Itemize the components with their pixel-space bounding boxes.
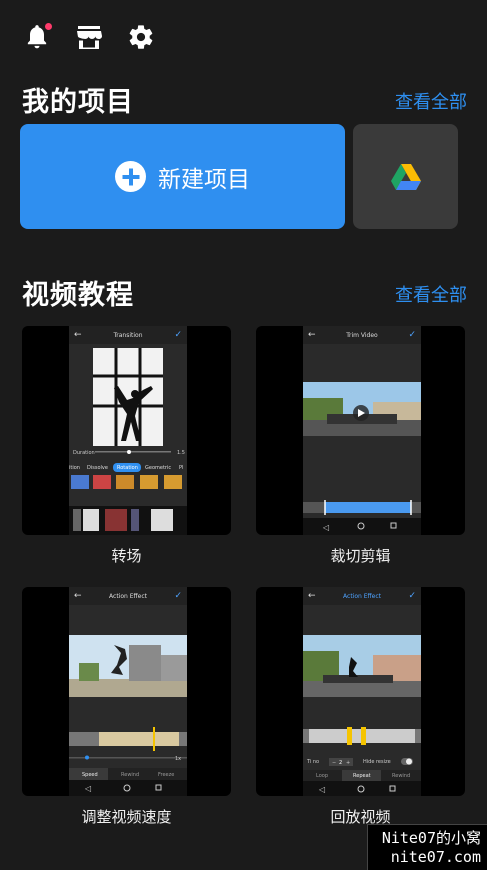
tutorial-label: 转场 xyxy=(111,547,142,565)
watermark-line-1: Nite07的小窝 xyxy=(381,829,481,847)
store-button[interactable] xyxy=(74,22,104,52)
check-icon: ✓ xyxy=(174,330,182,340)
new-project-button[interactable]: 新建项目 xyxy=(20,124,345,229)
time-label: Ti no xyxy=(306,759,319,765)
transition-option: Dissolve xyxy=(87,465,108,471)
check-icon: ✓ xyxy=(408,591,416,601)
speed-tab: Rewind xyxy=(121,772,139,778)
speed-tab: Speed xyxy=(82,772,98,778)
phone-screen-title: Transition xyxy=(113,331,143,339)
new-project-label: 新建项目 xyxy=(158,166,250,193)
svg-text:◁: ◁ xyxy=(322,523,329,532)
store-icon xyxy=(77,26,102,49)
svg-text:◁: ◁ xyxy=(318,785,325,794)
phone-screenshot: ← Action Effect ✓ Ti no − 2 + Hide resiz… xyxy=(303,587,421,796)
speed-value: 1x xyxy=(175,756,181,762)
tutorials-see-all-link[interactable]: 查看全部 xyxy=(395,281,467,307)
transition-option: Rotation xyxy=(117,465,138,471)
hide-label: Hide resize xyxy=(363,759,391,765)
playback-tab: Rewind xyxy=(392,773,410,779)
duration-value: 1.5 xyxy=(177,450,185,456)
tutorial-label: 调整视频速度 xyxy=(81,808,172,826)
phone-screen-title: Trim Video xyxy=(346,331,378,339)
plus-circle-icon xyxy=(115,161,146,192)
notifications-button[interactable] xyxy=(22,22,52,52)
phone-header: ← Trim Video ✓ xyxy=(303,326,421,344)
transition-option: Geometric xyxy=(145,465,171,471)
tutorial-card-transition[interactable]: ← Transition ✓ Duration 1.5 ition Dissol… xyxy=(22,326,231,566)
google-drive-icon xyxy=(390,163,421,190)
tutorial-thumbnail: ← Action Effect ✓ Ti no − 2 + Hide resiz… xyxy=(256,587,465,796)
phone-screenshot: ← Trim Video ✓ ◁ xyxy=(303,326,421,535)
phone-screen-title: Action Effect xyxy=(109,592,147,600)
notification-badge xyxy=(45,23,52,30)
watermark-line-2: nite07.com xyxy=(390,848,481,866)
tutorials-title: 视频教程 xyxy=(22,280,134,311)
transition-option: ition xyxy=(69,465,80,471)
top-bar xyxy=(22,22,156,52)
tutorial-card-playback[interactable]: ← Action Effect ✓ Ti no − 2 + Hide resiz… xyxy=(256,587,465,827)
svg-text:−: − xyxy=(332,760,336,766)
phone-screen-title: Action Effect xyxy=(343,592,381,600)
my-projects-see-all-link[interactable]: 查看全部 xyxy=(395,88,467,114)
duration-label: Duration xyxy=(73,450,95,456)
playback-tab: Loop xyxy=(316,773,328,779)
tutorial-thumbnail: ← Transition ✓ Duration 1.5 ition Dissol… xyxy=(22,326,231,535)
my-projects-title: 我的项目 xyxy=(22,87,134,118)
phone-screenshot: ← Transition ✓ Duration 1.5 ition Dissol… xyxy=(69,326,187,535)
tutorial-label: 裁切剪辑 xyxy=(330,547,391,565)
tutorial-thumbnail: ← Action Effect ✓ 1x Speed Rewind Freeze… xyxy=(22,587,231,796)
repeat-count: 2 xyxy=(339,760,342,766)
check-icon: ✓ xyxy=(408,330,416,340)
playback-preview-image: Ti no − 2 + Hide resize Loop Repeat Rewi… xyxy=(303,605,421,796)
speed-tab: Freeze xyxy=(158,772,174,778)
transition-option: Pl xyxy=(179,465,183,471)
back-arrow-icon: ← xyxy=(308,591,316,601)
phone-header: ← Action Effect ✓ xyxy=(303,587,421,605)
speed-preview-image: 1x Speed Rewind Freeze ◁ xyxy=(69,605,187,796)
gear-icon xyxy=(129,25,153,49)
playback-tab: Repeat xyxy=(353,773,371,779)
tutorial-card-speed[interactable]: ← Action Effect ✓ 1x Speed Rewind Freeze… xyxy=(22,587,231,827)
svg-text:◁: ◁ xyxy=(84,784,91,793)
phone-screenshot: ← Action Effect ✓ 1x Speed Rewind Freeze… xyxy=(69,587,187,796)
back-arrow-icon: ← xyxy=(74,330,82,340)
phone-header: ← Action Effect ✓ xyxy=(69,587,187,605)
phone-header: ← Transition ✓ xyxy=(69,326,187,344)
back-arrow-icon: ← xyxy=(308,330,316,340)
check-icon: ✓ xyxy=(174,591,182,601)
settings-button[interactable] xyxy=(126,22,156,52)
svg-text:+: + xyxy=(346,760,350,766)
tutorial-thumbnail: ← Trim Video ✓ ◁ xyxy=(256,326,465,535)
google-drive-button[interactable] xyxy=(353,124,458,229)
transition-preview-image: Duration 1.5 ition Dissolve Rotation Geo… xyxy=(69,344,187,535)
back-arrow-icon: ← xyxy=(74,591,82,601)
tutorial-card-trim[interactable]: ← Trim Video ✓ ◁ 裁切剪辑 xyxy=(256,326,465,566)
watermark: Nite07的小窝 nite07.com xyxy=(367,824,487,870)
trim-preview-image: ◁ xyxy=(303,344,421,535)
